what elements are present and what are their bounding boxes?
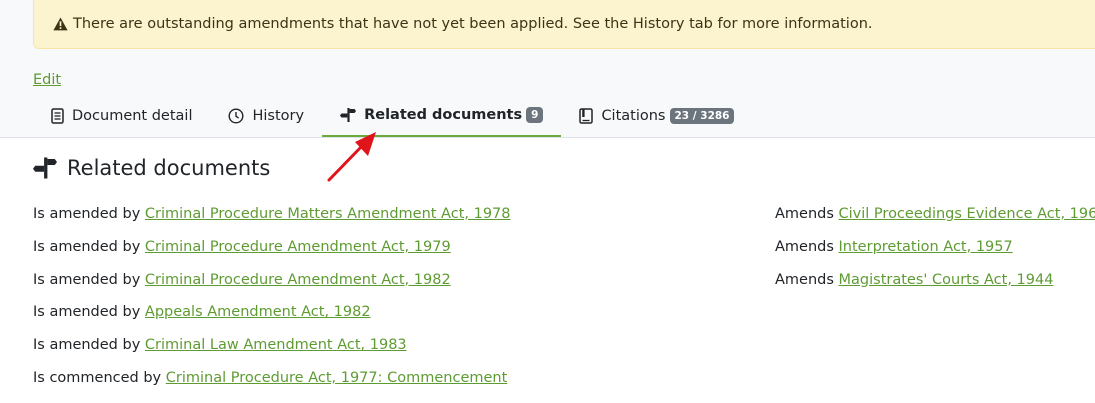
relation-prefix: Amends [775,238,834,255]
tab-document-detail[interactable]: Document detail [33,95,210,137]
relation-prefix: Is amended by [33,304,141,321]
section-heading: Related documents [33,156,270,180]
list-item: Is amended by Criminal Law Amendment Act… [33,335,511,368]
annotation-arrow-icon [327,132,376,182]
relation-prefix: Is amended by [33,238,141,255]
signpost-icon [33,157,57,179]
citations-count-badge: 23 / 3286 [669,107,735,125]
related-document-link[interactable]: Criminal Procedure Amendment Act, 1979 [145,239,451,255]
right-relations-list: Amends Civil Proceedings Evidence Act, 1… [775,204,1095,302]
relation-prefix: Is amended by [33,271,141,288]
edit-link[interactable]: Edit [33,72,61,88]
tab-label: History [252,108,305,124]
document-tabs: Document detail History Related document… [33,95,752,137]
clock-icon [228,108,244,124]
tab-citations[interactable]: Citations 23 / 3286 [561,95,752,137]
alert-text: There are outstanding amendments that ha… [73,15,873,32]
related-document-link[interactable]: Criminal Law Amendment Act, 1983 [145,337,407,353]
related-document-link[interactable]: Appeals Amendment Act, 1982 [145,304,371,320]
relation-prefix: Is commenced by [33,369,162,386]
relation-prefix: Is amended by [33,206,141,222]
signpost-icon [340,108,357,122]
list-item: Is commenced by Criminal Procedure Act, … [33,368,511,401]
related-document-link[interactable]: Magistrates' Courts Act, 1944 [839,272,1054,288]
tab-label: Document detail [72,108,193,124]
related-document-link[interactable]: Interpretation Act, 1957 [839,239,1013,255]
relation-prefix: Amends [775,206,834,222]
list-item: Is amended by Criminal Procedure Amendme… [33,237,511,270]
tab-history[interactable]: History [210,95,322,137]
document-icon [51,108,64,124]
list-item: Is amended by Criminal Procedure Matters… [33,204,511,237]
tab-label: Related documents [364,107,523,123]
list-item: Is amended by Criminal Procedure Amendme… [33,270,511,303]
section-title: Related documents [67,156,271,180]
relation-prefix: Amends [775,271,834,288]
warning-icon [53,16,68,30]
relation-prefix: Is amended by [33,337,141,354]
list-item: Amends Civil Proceedings Evidence Act, 1… [775,204,1095,237]
related-document-link[interactable]: Criminal Procedure Matters Amendment Act… [145,206,511,222]
left-relations-list: Is amended by Criminal Procedure Matters… [33,204,511,401]
tabs-divider [0,137,1095,138]
book-icon [579,108,594,124]
list-item: Is amended by Appeals Amendment Act, 198… [33,302,511,335]
related-count-badge: 9 [526,106,544,124]
tab-label: Citations [601,108,666,124]
outstanding-amendments-alert: There are outstanding amendments that ha… [33,0,1095,49]
list-item: Amends Magistrates' Courts Act, 1944 [775,270,1095,303]
related-document-link[interactable]: Criminal Procedure Amendment Act, 1982 [145,272,451,288]
related-document-link[interactable]: Civil Proceedings Evidence Act, 1965 [839,206,1095,222]
list-item: Amends Interpretation Act, 1957 [775,237,1095,270]
related-document-link[interactable]: Criminal Procedure Act, 1977: Commenceme… [166,370,508,386]
